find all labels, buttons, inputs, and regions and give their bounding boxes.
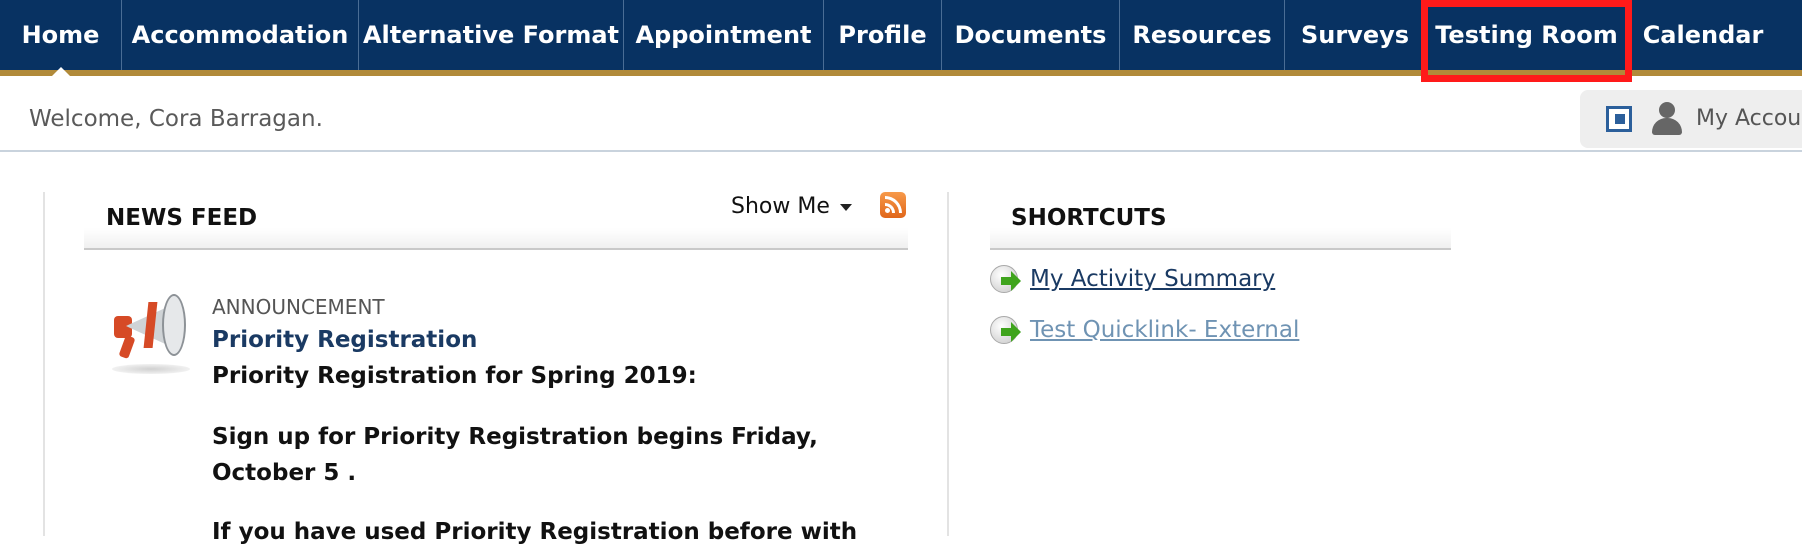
nav-calendar-label: Calendar	[1642, 21, 1764, 49]
welcome-bar: Welcome, Cora Barragan. My Accou	[0, 82, 1802, 152]
column-divider-left	[43, 192, 45, 536]
show-me-label: Show Me	[731, 194, 830, 219]
shortcut-arrow-icon	[990, 316, 1021, 344]
my-account-link[interactable]: My Accou	[1696, 106, 1801, 131]
nav-documents-label: Documents	[954, 21, 1107, 49]
shortcuts-rule	[990, 228, 1451, 250]
nav-alternative-format[interactable]: Alternative Format	[359, 0, 624, 70]
popout-icon[interactable]	[1606, 106, 1632, 132]
megaphone-icon	[106, 290, 194, 380]
announcement-line: October 5 .	[212, 460, 357, 486]
nav-accommodation-label: Accommodation	[131, 21, 349, 49]
nav-home-label: Home	[21, 21, 100, 49]
nav-resources-label: Resources	[1132, 21, 1272, 49]
news-feed-rule	[84, 228, 908, 250]
shortcut-test-quicklink-external[interactable]: Test Quicklink- External	[990, 316, 1299, 344]
nav-alternative-format-label: Alternative Format	[362, 21, 620, 49]
user-icon	[1650, 102, 1684, 136]
nav-profile-label: Profile	[838, 21, 927, 49]
main-nav: Home Accommodation Alternative Format Ap…	[0, 0, 1802, 76]
announcement-line: Sign up for Priority Registration begins…	[212, 424, 818, 450]
show-me-dropdown[interactable]: Show Me	[731, 194, 852, 219]
shortcut-arrow-icon	[990, 265, 1021, 293]
nav-documents[interactable]: Documents	[942, 0, 1120, 70]
account-panel: My Accou	[1580, 90, 1802, 148]
nav-appointment[interactable]: Appointment	[624, 0, 824, 70]
rss-icon[interactable]	[880, 192, 906, 218]
nav-home[interactable]: Home	[0, 0, 122, 76]
nav-appointment-label: Appointment	[635, 21, 812, 49]
column-divider-middle	[947, 192, 949, 536]
shortcut-my-activity-summary[interactable]: My Activity Summary	[990, 265, 1275, 293]
shortcut-label: Test Quicklink- External	[1030, 317, 1300, 343]
announcement-line: If you have used Priority Registration b…	[212, 519, 858, 545]
nav-profile[interactable]: Profile	[824, 0, 942, 70]
active-indicator	[51, 67, 70, 76]
announcement-title-link[interactable]: Priority Registration	[212, 327, 477, 353]
nav-testing-room[interactable]: Testing Room	[1426, 0, 1628, 70]
nav-accommodation[interactable]: Accommodation	[122, 0, 359, 70]
chevron-down-icon	[839, 203, 852, 211]
nav-calendar[interactable]: Calendar	[1628, 0, 1778, 70]
welcome-text: Welcome, Cora Barragan.	[29, 106, 323, 132]
announcement-kind: ANNOUNCEMENT	[212, 295, 385, 319]
nav-testing-room-label: Testing Room	[1435, 21, 1618, 49]
shortcut-label: My Activity Summary	[1030, 266, 1276, 292]
nav-surveys-label: Surveys	[1300, 21, 1410, 49]
nav-resources[interactable]: Resources	[1120, 0, 1285, 70]
announcement-line: Priority Registration for Spring 2019:	[212, 363, 697, 389]
nav-surveys[interactable]: Surveys	[1285, 0, 1426, 70]
